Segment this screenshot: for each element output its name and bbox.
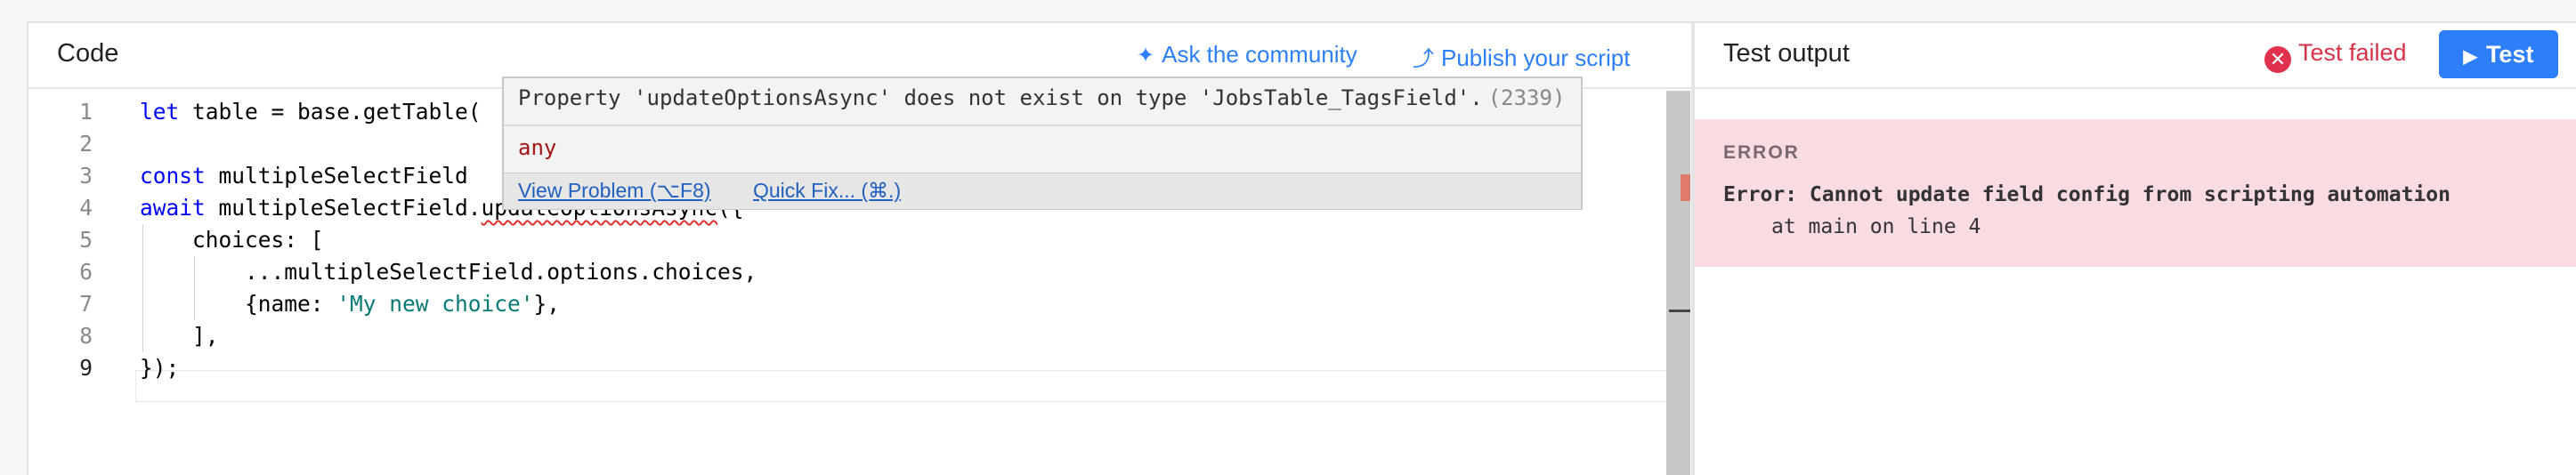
code-text: }, <box>533 291 561 317</box>
code-line-5[interactable]: choices: [ <box>140 224 324 256</box>
hover-message-text: Property 'updateOptionsAsync' does not e… <box>518 85 1483 110</box>
publish-icon: ⤴ <box>1413 47 1434 71</box>
publish-script-link[interactable]: ⤴ Publish your script <box>1413 41 1630 72</box>
string-literal: 'My new choice' <box>336 291 534 317</box>
error-trace: at main on line 4 <box>1771 215 1981 238</box>
top-bar <box>0 0 2576 23</box>
line-number: 6 <box>79 259 93 285</box>
line-number-gutter: 1 2 3 4 5 6 7 8 9 <box>28 89 117 475</box>
error-message: Error: Cannot update field config from s… <box>1723 183 2450 206</box>
quick-fix-link[interactable]: Quick Fix... (⌘.) <box>753 179 901 203</box>
close-circle-icon: ✕ <box>2264 46 2291 73</box>
line-number-active: 9 <box>79 355 93 381</box>
code-line-1[interactable]: let table = base.getTable( <box>140 96 482 128</box>
keyword: await <box>140 195 206 221</box>
error-box: ERROR Error: Cannot update field config … <box>1695 119 2576 267</box>
community-icon: ✦ <box>1137 44 1155 68</box>
test-status-label: Test failed <box>2298 39 2407 66</box>
error-hover-tooltip: Property 'updateOptionsAsync' does not e… <box>502 76 1583 210</box>
hover-actions-bar: View Problem (⌥F8) Quick Fix... (⌘.) <box>504 173 1581 209</box>
left-sidebar-strip <box>0 21 28 475</box>
code-line-9[interactable]: }); <box>140 352 179 384</box>
code-text: table = base.getTable( <box>179 99 482 125</box>
ask-community-link[interactable]: ✦ Ask the community <box>1137 41 1357 68</box>
play-icon: ▶ <box>2463 47 2477 67</box>
scrollbar-error-marker <box>1681 174 1690 201</box>
code-text: {name: <box>140 291 337 317</box>
code-line-7[interactable]: {name: 'My new choice'}, <box>140 288 560 320</box>
current-line-highlight <box>135 370 1717 402</box>
code-line-3[interactable]: const multipleSelectField <box>140 160 482 192</box>
line-number: 1 <box>79 99 93 125</box>
scrollbar-cursor-marker <box>1669 310 1690 312</box>
line-number: 8 <box>79 323 93 349</box>
hover-message: Property 'updateOptionsAsync' does not e… <box>518 85 1565 110</box>
hover-type-text: any <box>518 135 557 160</box>
test-button-label: Test <box>2485 41 2534 68</box>
keyword: let <box>140 99 180 125</box>
view-problem-link[interactable]: View Problem (⌥F8) <box>518 179 711 203</box>
line-number: 5 <box>79 227 93 253</box>
error-label: ERROR <box>1723 142 1800 163</box>
line-number: 7 <box>79 291 93 317</box>
line-number: 2 <box>79 131 93 157</box>
test-output-header: Test output ✕ Test failed ▶ Test <box>1695 23 2576 89</box>
code-panel-title: Code <box>57 39 119 68</box>
line-number: 3 <box>79 163 93 189</box>
test-status: ✕ Test failed <box>2264 39 2407 73</box>
code-line-8[interactable]: ], <box>140 320 219 352</box>
publish-script-label: Publish your script <box>1441 44 1631 71</box>
editor-scrollbar[interactable] <box>1666 91 1690 475</box>
code-text: multipleSelectField <box>205 163 482 189</box>
code-line-6[interactable]: ...multipleSelectField.options.choices, <box>140 256 757 288</box>
test-output-title: Test output <box>1723 39 1850 68</box>
code-text: multipleSelectField. <box>205 195 482 221</box>
line-number: 4 <box>79 195 93 221</box>
keyword: const <box>140 163 206 189</box>
code-panel: Code ✦ Ask the community ⤴ Publish your sc… <box>28 23 1717 475</box>
ask-community-label: Ask the community <box>1162 41 1357 68</box>
hover-error-code: (2339) <box>1487 85 1566 110</box>
test-output-panel: Test output ✕ Test failed ▶ Test ERROR Err… <box>1695 23 2576 475</box>
test-button[interactable]: ▶ Test <box>2439 30 2558 78</box>
hover-divider <box>504 125 1581 126</box>
